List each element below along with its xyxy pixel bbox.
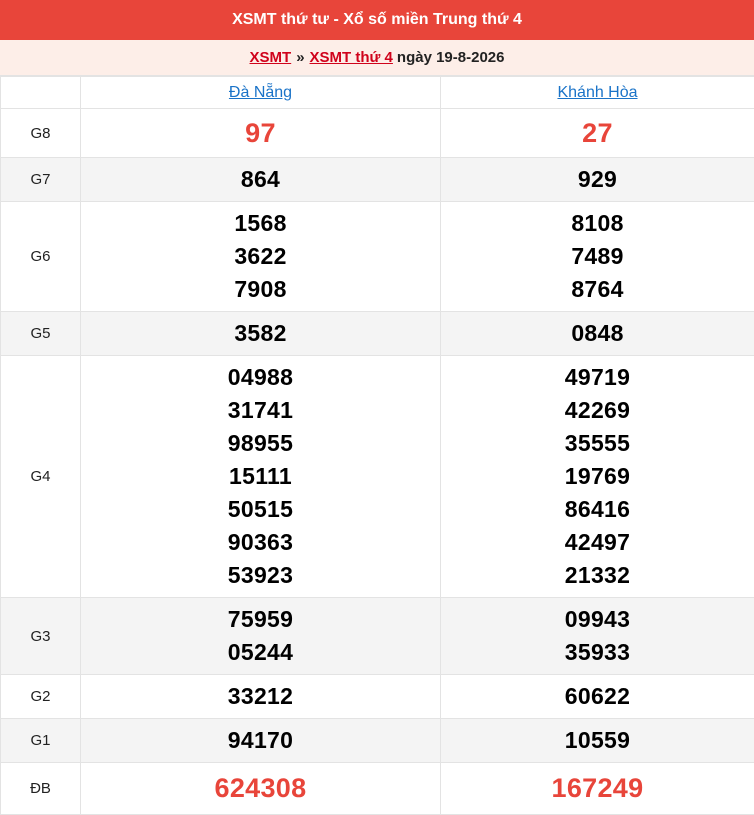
table-header-row: Đà Nẵng Khánh Hòa [0,76,754,109]
result-number: 49719 [564,364,631,390]
result-number: 10559 [564,727,631,753]
province-header-da-nang: Đà Nẵng [80,76,441,109]
prize-label: G6 [0,201,81,312]
prize-row: G2 33212 60622 [0,674,754,719]
prize-cell-khanh-hoa: 09943 35933 [440,597,754,675]
result-number: 19769 [564,463,631,489]
prize-cell-khanh-hoa: 0848 [440,311,754,356]
prize-cell-khanh-hoa: 929 [440,157,754,202]
breadcrumb-separator: » [296,49,305,66]
breadcrumb-link-xsmt[interactable]: XSMT [250,49,292,66]
prize-cell-khanh-hoa: 8108 7489 8764 [440,201,754,312]
prize-row: G1 94170 10559 [0,718,754,763]
prize-label: ĐB [0,762,81,815]
prize-label: G8 [0,108,81,158]
result-number: 35933 [564,639,631,665]
result-number: 33212 [227,683,294,709]
prize-cell-da-nang: 75959 05244 [80,597,441,675]
prize-row: G4 04988 31741 98955 15111 50515 90363 53923 497… [0,355,754,598]
prize-label: G7 [0,157,81,202]
result-number: 97 [245,117,276,148]
prize-label: G2 [0,674,81,719]
result-number: 27 [582,117,613,148]
prize-row: G3 75959 05244 09943 35933 [0,597,754,675]
page-title: XSMT thứ tư - Xổ số miền Trung thứ 4 [0,0,754,40]
result-number: 35555 [564,430,631,456]
result-number: 53923 [227,562,294,588]
result-number: 7908 [234,276,287,302]
result-number: 05244 [227,639,294,665]
prize-cell-da-nang: 1568 3622 7908 [80,201,441,312]
prize-label: G4 [0,355,81,598]
breadcrumb-date: ngày 19-8-2026 [396,49,505,66]
province-link-da-nang[interactable]: Đà Nẵng [229,84,292,101]
result-number: 60622 [564,683,631,709]
prize-cell-da-nang: 864 [80,157,441,202]
results-table: Đà Nẵng Khánh Hòa G8 97 27 G7 864 929 G6 1568 36… [0,76,754,815]
prize-row: G8 97 27 [0,108,754,158]
prize-cell-da-nang: 33212 [80,674,441,719]
prize-row: G6 1568 3622 7908 8108 7489 8764 [0,201,754,312]
prize-cell-khanh-hoa: 60622 [440,674,754,719]
province-link-khanh-hoa[interactable]: Khánh Hòa [557,84,637,101]
result-number: 75959 [227,606,294,632]
result-number: 8108 [571,210,624,236]
result-number: 8764 [571,276,624,302]
prize-cell-da-nang: 3582 [80,311,441,356]
result-number: 7489 [571,243,624,269]
prize-cell-khanh-hoa: 49719 42269 35555 19769 86416 42497 21332 [440,355,754,598]
result-number: 31741 [227,397,294,423]
result-number: 624308 [214,773,307,803]
prize-cell-da-nang: 97 [80,108,441,158]
header-empty-cell [0,76,81,109]
result-number: 98955 [227,430,294,456]
breadcrumb-link-xsmt-thu-4[interactable]: XSMT thứ 4 [310,49,393,66]
prize-label: G3 [0,597,81,675]
result-number: 3582 [234,320,287,346]
result-number: 50515 [227,496,294,522]
result-number: 1568 [234,210,287,236]
result-number: 0848 [571,320,624,346]
prize-cell-da-nang: 94170 [80,718,441,763]
prize-cell-khanh-hoa: 10559 [440,718,754,763]
result-number: 864 [240,166,281,192]
prize-row: G7 864 929 [0,157,754,202]
prize-cell-da-nang: 04988 31741 98955 15111 50515 90363 53923 [80,355,441,598]
result-number: 04988 [227,364,294,390]
result-number: 90363 [227,529,294,555]
prize-cell-khanh-hoa: 167249 [440,762,754,815]
result-number: 09943 [564,606,631,632]
result-number: 42269 [564,397,631,423]
prize-row: G5 3582 0848 [0,311,754,356]
breadcrumb: XSMT » XSMT thứ 4 ngày 19-8-2026 [0,40,754,76]
prize-label: G1 [0,718,81,763]
result-number: 15111 [229,463,292,489]
result-number: 94170 [227,727,294,753]
prize-cell-da-nang: 624308 [80,762,441,815]
result-number: 21332 [564,562,631,588]
result-number: 86416 [564,496,631,522]
province-header-khanh-hoa: Khánh Hòa [440,76,754,109]
result-number: 42497 [564,529,631,555]
prize-cell-khanh-hoa: 27 [440,108,754,158]
prize-row: ĐB 624308 167249 [0,762,754,815]
result-number: 929 [577,166,618,192]
result-number: 3622 [234,243,287,269]
prize-label: G5 [0,311,81,356]
result-number: 167249 [551,773,644,803]
